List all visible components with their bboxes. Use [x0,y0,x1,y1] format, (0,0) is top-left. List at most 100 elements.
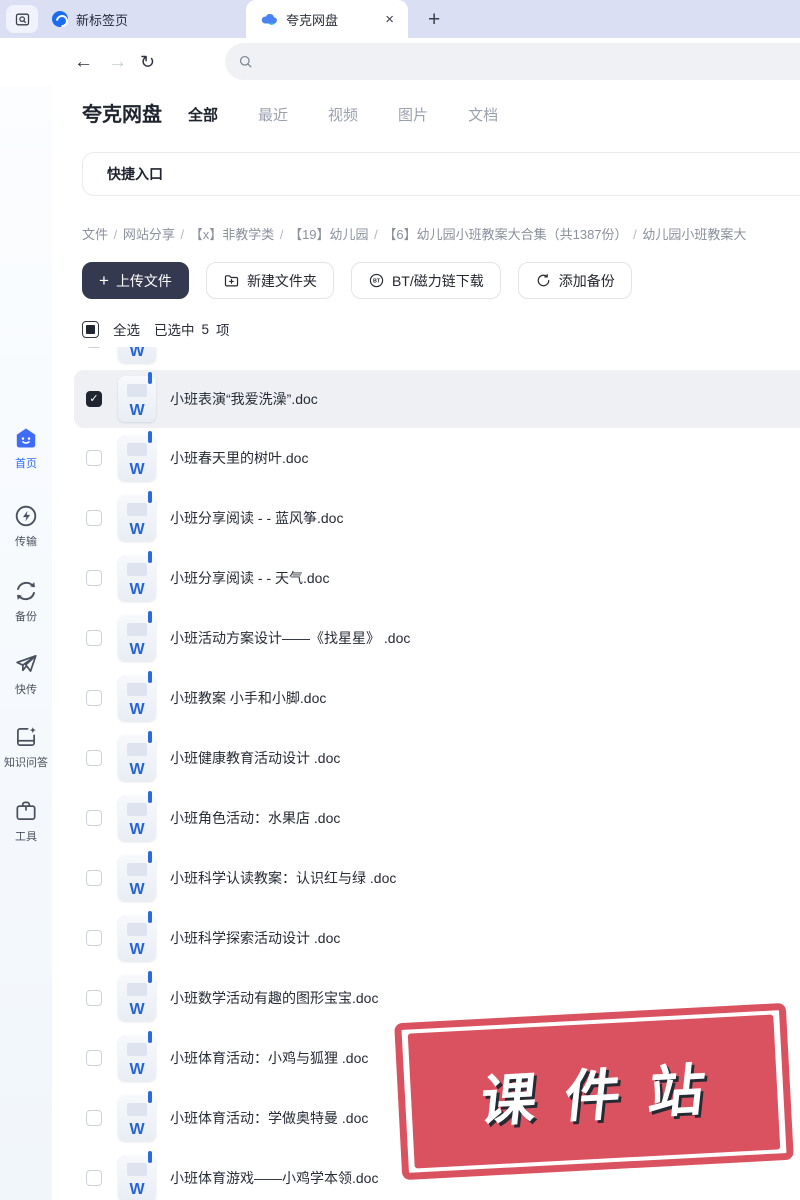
row-checkbox[interactable] [86,1050,102,1066]
sidebar-item-transfer[interactable]: 传输 [0,503,52,549]
file-name[interactable]: 小班体育活动：学做奥特曼 .doc [170,1108,368,1128]
tab-document[interactable]: 文档 [468,104,498,125]
file-row[interactable]: W 小班活动方案设计——《找星星》 .doc [74,608,800,668]
row-checkbox[interactable] [86,630,102,646]
file-name[interactable]: 小班教案 小手和小脚.doc [170,688,326,708]
tab-close-icon[interactable]: × [385,12,394,27]
file-row[interactable]: W 小班健康教育活动设计 .doc [74,728,800,788]
breadcrumb-separator: / [370,227,382,242]
file-row[interactable]: W 小班角色活动：水果店 .doc [74,788,800,848]
file-row[interactable]: W 小班体育游戏——小鸡学本领.doc [74,1148,800,1200]
sidebar-item-label: 快传 [15,684,37,696]
file-row[interactable]: W 小班体育活动：学做奥特曼 .doc [74,1088,800,1148]
file-name[interactable]: 小班表演“我爱洗澡”.doc [170,389,318,409]
word-doc-icon: W [118,1091,156,1141]
upload-plus-icon: + [99,271,109,290]
file-name[interactable]: 小班活动方案设计——《找星星》 .doc [170,628,410,648]
sidebar-item-home[interactable]: 首页 [0,425,52,471]
sidebar-item-quick-send[interactable]: 快传 [0,651,52,697]
file-row[interactable]: ✓ W 小班表演“我爱洗澡”.doc [74,370,800,428]
row-checkbox[interactable] [86,347,102,348]
row-checkbox[interactable] [86,750,102,766]
breadcrumb-separator: / [276,227,288,242]
sidebar-item-tools[interactable]: 工具 [0,798,52,844]
selected-label: 已选中 [154,323,195,338]
file-name[interactable]: 小班数学活动有趣的图形宝宝.doc [170,988,378,1008]
quick-entry-card[interactable]: 快捷入口 [82,152,800,196]
tab-video[interactable]: 视频 [328,104,358,125]
file-name[interactable]: 小班角色活动：水果店 .doc [170,808,340,828]
refresh-button[interactable]: ↻ [140,53,155,71]
tab-all[interactable]: 全部 [188,104,218,125]
row-checkbox[interactable] [86,990,102,1006]
file-name[interactable]: 小班分享阅读 - - 蓝风筝.doc [170,508,343,528]
file-name[interactable]: 小班体育游戏——小鸡学本领.doc [170,1168,378,1188]
file-row[interactable]: W 小班教案 小手和小脚.doc [74,668,800,728]
file-name[interactable]: 小班科学探索活动设计 .doc [170,928,340,948]
row-checkbox[interactable] [86,510,102,526]
row-checkbox[interactable] [86,930,102,946]
select-all-label[interactable]: 全选 [113,319,140,339]
file-name[interactable]: 小班健康教育活动设计 .doc [170,748,340,768]
new-folder-icon [223,272,240,289]
breadcrumb-item[interactable]: 【19】幼儿园 [289,227,368,242]
new-tab-button[interactable]: + [428,9,440,30]
breadcrumb-separator: / [176,227,188,242]
browser-tab-quark-drive[interactable]: 夸克网盘 × [246,0,408,38]
file-name[interactable]: 小班春天里的树叶.doc [170,448,308,468]
row-checkbox[interactable] [86,870,102,886]
file-row[interactable]: W 小班春天里的树叶.doc [74,428,800,488]
breadcrumb-item[interactable]: 幼儿园小班教案大 [642,227,746,242]
file-name[interactable]: 小班分享阅读 - - 天气.doc [170,568,329,588]
add-backup-button[interactable]: 添加备份 [517,262,632,299]
row-checkbox[interactable]: ✓ [86,391,102,407]
word-doc-icon: W [118,791,156,841]
forward-button: → [108,51,127,72]
quick-entry-label: 快捷入口 [107,166,163,182]
breadcrumb-item[interactable]: 【x】非教学类 [190,227,275,242]
quick-send-icon [13,651,39,677]
file-row[interactable]: W 小班数学活动有趣的图形宝宝.doc [74,968,800,1028]
file-row[interactable]: W 小班科学探索活动设计 .doc [74,908,800,968]
new-folder-button[interactable]: 新建文件夹 [205,262,334,299]
selected-count: 5 [201,321,210,337]
sidebar-item-backup[interactable]: 备份 [0,578,52,624]
file-name[interactable]: 小班体育活动：小鸡与狐狸 .doc [170,1048,368,1068]
browser-tab-new-tab[interactable]: 新标签页 [38,0,204,38]
row-checkbox[interactable] [86,810,102,826]
file-row[interactable]: W 小班体育活动：小鸡与狐狸 .doc [74,1028,800,1088]
word-doc-icon: W [118,372,156,422]
tab-label: 夸克网盘 [286,12,339,28]
tab-recent[interactable]: 最近 [258,104,288,125]
row-checkbox[interactable] [86,1110,102,1126]
breadcrumb-item[interactable]: 网站分享 [123,227,175,242]
select-all-checkbox[interactable] [82,320,99,338]
breadcrumb-item[interactable]: 【6】幼儿园小班教案大合集（共1387份） [383,227,627,242]
file-row[interactable]: W 小班科学认读教案：认识红与绿 .doc [74,848,800,908]
button-label: 新建文件夹 [246,272,317,289]
tab-search-button[interactable] [6,5,38,33]
button-label: 上传文件 [115,272,172,289]
sidebar-item-knowledge-qa[interactable]: 知识问答 [0,724,52,770]
file-row[interactable]: W 小班分享阅读 - - 蓝风筝.doc [74,488,800,548]
back-button[interactable]: ← [74,52,93,71]
main-content: 夸克网盘 全部 最近 视频 图片 文档 快捷入口 文件 / 网站分享 / 【x】… [52,85,800,1200]
page-header: 夸克网盘 全部 最近 视频 图片 文档 [82,103,498,127]
add-backup-icon [535,272,552,289]
tab-image[interactable]: 图片 [398,104,428,125]
list-row-partial[interactable]: W [74,347,800,370]
address-search-bar[interactable] [225,43,800,80]
search-icon [237,53,254,70]
file-name[interactable]: 小班科学认读教案：认识红与绿 .doc [170,868,396,888]
upload-file-button[interactable]: + 上传文件 [82,262,189,299]
bt-magnet-download-button[interactable]: BT BT/磁力链下载 [350,262,501,299]
row-checkbox[interactable] [86,690,102,706]
word-doc-icon: W [118,611,156,661]
breadcrumb-item[interactable]: 文件 [82,227,108,242]
file-row[interactable]: W 小班分享阅读 - - 天气.doc [74,548,800,608]
row-checkbox[interactable] [86,450,102,466]
action-buttons: + 上传文件 新建文件夹 BT BT/磁力链下载 添加备份 [82,262,632,299]
row-checkbox[interactable] [86,570,102,586]
sidebar-item-label: 工具 [15,831,37,843]
row-checkbox[interactable] [86,1170,102,1186]
